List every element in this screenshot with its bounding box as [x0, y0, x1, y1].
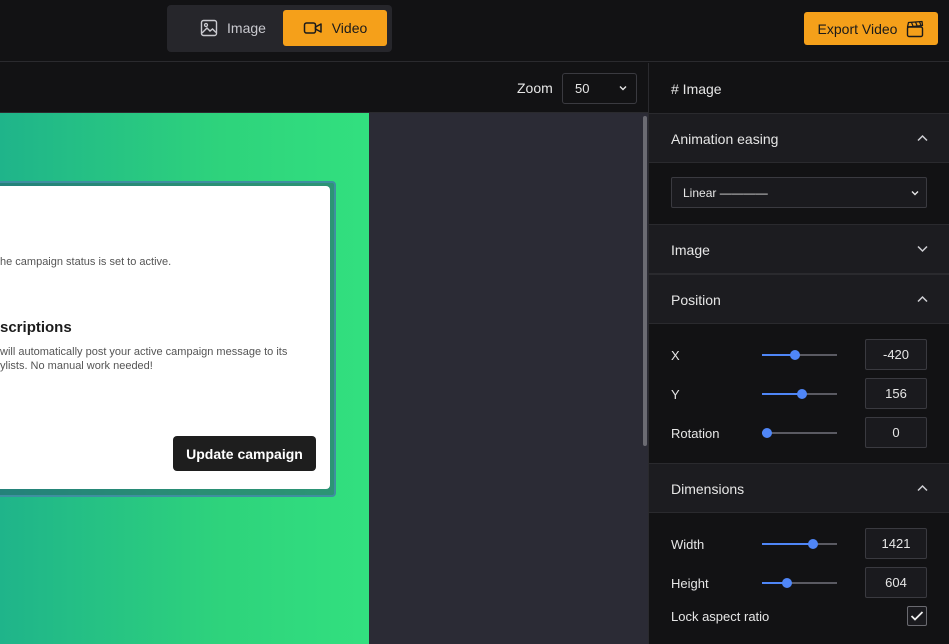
top-bar: Image Video Export Video — [0, 0, 949, 62]
width-label: Width — [671, 537, 705, 552]
lock-aspect-ratio-checkbox[interactable] — [907, 606, 927, 626]
card-text: he campaign status is set to active. — [0, 256, 172, 268]
height-label: Height — [671, 576, 709, 591]
x-input[interactable]: -420 — [865, 339, 927, 370]
card-text: will automatically post your active camp… — [0, 346, 288, 358]
zoom-label: Zoom — [517, 80, 553, 96]
card-heading: scriptions — [0, 319, 72, 336]
clapperboard-icon — [907, 20, 924, 37]
zoom-select[interactable]: 50 — [562, 73, 637, 104]
chevron-up-icon — [917, 295, 928, 303]
y-input[interactable]: 156 — [865, 378, 927, 409]
screenshot-card[interactable]: he campaign status is set to active. scr… — [0, 186, 330, 489]
properties-panel: # Image Animation easing Linear ———— Ima… — [648, 63, 949, 644]
video-mode-label: Video — [331, 20, 368, 36]
x-label: X — [671, 348, 680, 363]
zoom-value: 50 — [575, 81, 590, 96]
panel-title: # Image — [671, 81, 722, 97]
slider-thumb[interactable] — [796, 389, 807, 399]
chevron-up-icon — [917, 134, 928, 142]
section-label: Position — [671, 292, 721, 308]
rotation-slider[interactable] — [762, 427, 837, 439]
slider-thumb[interactable] — [808, 539, 818, 549]
height-slider[interactable] — [762, 577, 837, 589]
width-input[interactable]: 1421 — [865, 528, 927, 559]
canvas-scrollbar[interactable] — [643, 116, 647, 446]
rotation-input[interactable]: 0 — [865, 417, 927, 448]
slider-fill — [762, 393, 802, 395]
dimensions-section-header[interactable]: Dimensions — [649, 463, 949, 513]
update-campaign-button: Update campaign — [173, 436, 316, 471]
animation-easing-header[interactable]: Animation easing — [649, 113, 949, 163]
section-label: Image — [671, 242, 710, 258]
chevron-down-icon — [911, 191, 919, 196]
slider-thumb[interactable] — [762, 428, 773, 438]
chevron-down-icon — [619, 86, 627, 91]
easing-value: Linear ———— — [683, 185, 768, 200]
preview-background: he campaign status is set to active. scr… — [0, 113, 369, 644]
chevron-up-icon — [917, 484, 928, 492]
export-video-button[interactable]: Export Video — [804, 12, 938, 45]
easing-select[interactable]: Linear ———— — [671, 177, 927, 208]
slider-thumb[interactable] — [790, 350, 800, 360]
image-mode-label: Image — [227, 20, 266, 36]
video-camera-icon — [303, 22, 322, 34]
slider-fill — [762, 543, 813, 545]
export-video-label: Export Video — [817, 20, 898, 37]
y-label: Y — [671, 387, 680, 402]
checkmark-icon — [910, 611, 924, 621]
image-section-header[interactable]: Image — [649, 224, 949, 274]
x-slider[interactable] — [762, 349, 837, 361]
canvas-header: Zoom 50 — [0, 63, 648, 113]
section-label: Animation easing — [671, 131, 779, 147]
image-mode-button[interactable]: Image — [183, 10, 283, 46]
canvas-area: he campaign status is set to active. scr… — [0, 113, 648, 644]
slider-thumb[interactable] — [781, 578, 792, 588]
section-label: Dimensions — [671, 481, 745, 497]
chevron-down-icon — [917, 245, 928, 253]
y-slider[interactable] — [762, 388, 837, 400]
lock-aspect-ratio-label: Lock aspect ratio — [671, 609, 770, 624]
mode-toggle: Image Video — [167, 5, 392, 52]
slider-track — [762, 432, 837, 434]
image-icon — [200, 19, 218, 37]
position-section-header[interactable]: Position — [649, 274, 949, 324]
height-input[interactable]: 604 — [865, 567, 927, 598]
rotation-label: Rotation — [671, 426, 720, 441]
video-mode-button[interactable]: Video — [283, 10, 387, 46]
card-text: ylists. No manual work needed! — [0, 360, 153, 372]
width-slider[interactable] — [762, 538, 837, 550]
